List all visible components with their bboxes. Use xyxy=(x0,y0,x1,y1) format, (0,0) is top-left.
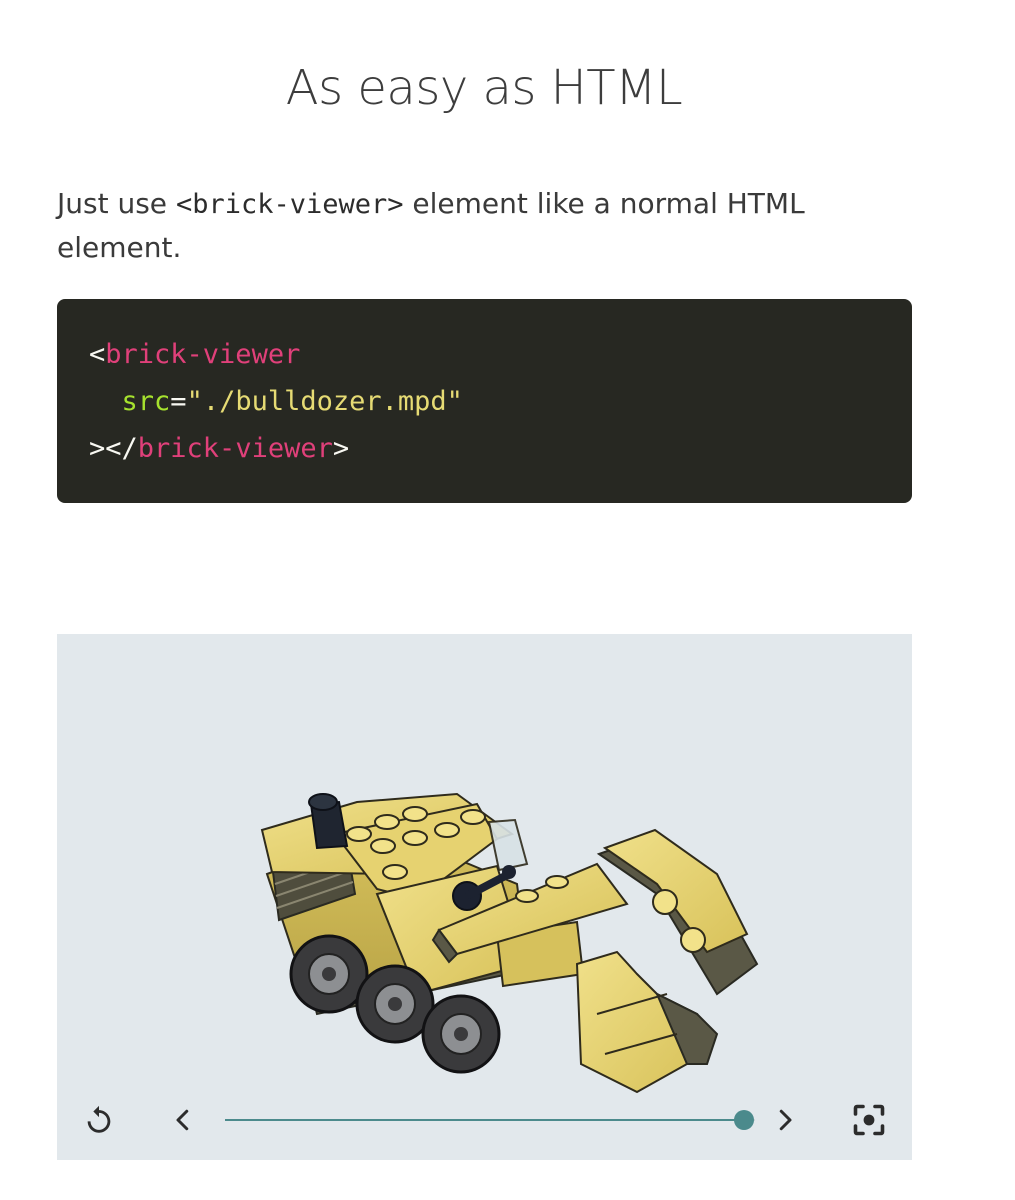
code-token: < xyxy=(89,339,106,370)
intro-text: Just use <brick-viewer> element like a n… xyxy=(57,182,917,269)
intro-prefix: Just use xyxy=(57,187,176,220)
wheel xyxy=(355,964,435,1044)
code-token: > xyxy=(332,433,350,464)
chevron-left-icon xyxy=(176,1109,189,1131)
next-step-button[interactable] xyxy=(765,1100,805,1140)
code-tag-name: brick-viewer xyxy=(105,339,301,370)
restart-button[interactable] xyxy=(79,1100,119,1140)
step-slider[interactable] xyxy=(225,1110,755,1130)
code-token: ></ xyxy=(89,433,138,464)
code-block: <brick-viewer src="./bulldozer.mpd" ></b… xyxy=(57,299,912,503)
previous-step-button[interactable] xyxy=(163,1100,203,1140)
intro-inline-code: <brick-viewer> xyxy=(175,189,404,220)
code-token: = xyxy=(170,386,187,417)
slider-fill xyxy=(225,1119,745,1121)
slider-thumb[interactable] xyxy=(734,1110,755,1130)
center-model-button[interactable] xyxy=(849,1100,889,1140)
code-attr-value: "./bulldozer.mpd" xyxy=(186,386,463,417)
code-tag-name: brick-viewer xyxy=(137,433,333,464)
restart-icon xyxy=(87,1105,111,1133)
bulldozer-model-render[interactable] xyxy=(57,634,912,1160)
brick-viewer[interactable] xyxy=(57,634,912,1160)
code-attr-name: src xyxy=(121,386,171,417)
page-title: As easy as HTML xyxy=(285,60,683,116)
viewer-controls xyxy=(57,1086,912,1152)
chevron-right-icon xyxy=(779,1109,792,1131)
wheel xyxy=(421,994,501,1074)
center-focus-icon xyxy=(853,1104,885,1136)
wheel xyxy=(289,934,369,1014)
